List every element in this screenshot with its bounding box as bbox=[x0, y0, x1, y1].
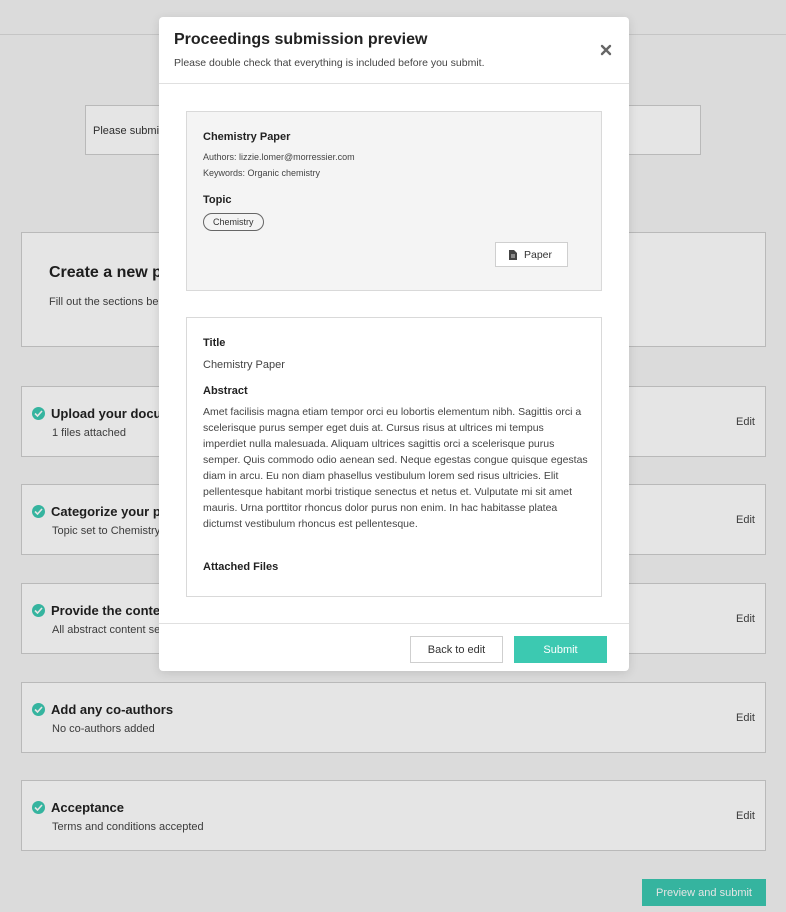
paper-details-card: Title Chemistry Paper Abstract Amet faci… bbox=[186, 317, 602, 597]
paper-summary-card: Chemistry Paper Authors: lizzie.lomer@mo… bbox=[186, 111, 602, 291]
topic-tag: Chemistry bbox=[203, 213, 264, 231]
submit-button[interactable]: Submit bbox=[514, 636, 607, 663]
attached-files-label: Attached Files bbox=[203, 561, 279, 573]
modal-header: Proceedings submission preview Please do… bbox=[159, 17, 629, 84]
topic-label: Topic bbox=[203, 194, 232, 206]
abstract-text: Amet facilisis magna etiam tempor orci e… bbox=[203, 406, 588, 530]
file-icon bbox=[509, 250, 517, 263]
close-icon[interactable] bbox=[599, 43, 613, 57]
title-label: Title bbox=[203, 337, 226, 349]
modal-title: Proceedings submission preview bbox=[174, 31, 428, 48]
title-value: Chemistry Paper bbox=[203, 359, 285, 371]
paper-file-button[interactable]: Paper bbox=[495, 242, 568, 267]
modal-subtitle: Please double check that everything is i… bbox=[174, 57, 485, 69]
paper-file-label: Paper bbox=[524, 249, 553, 261]
paper-keywords: Keywords: Organic chemistry bbox=[203, 168, 321, 178]
modal-footer: Back to edit Submit bbox=[159, 623, 629, 672]
submission-preview-modal: Proceedings submission preview Please do… bbox=[159, 17, 629, 671]
paper-authors: Authors: lizzie.lomer@morressier.com bbox=[203, 152, 355, 162]
back-to-edit-button[interactable]: Back to edit bbox=[410, 636, 503, 663]
abstract-label: Abstract bbox=[203, 385, 248, 397]
paper-title: Chemistry Paper bbox=[203, 131, 291, 143]
